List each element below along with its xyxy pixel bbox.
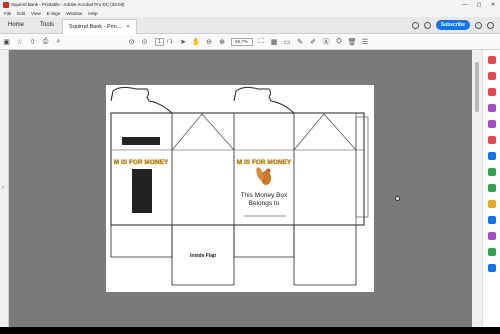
close-tab-icon[interactable]: ×	[126, 20, 129, 34]
bottom-flap-right	[293, 225, 357, 286]
expand-left-panel-icon[interactable]: ›	[2, 185, 4, 191]
right-tools-pane	[482, 50, 500, 327]
bottom-flap-mid	[233, 225, 295, 258]
window-controls: — ▢ ✕	[458, 2, 500, 8]
menu-file[interactable]: File	[4, 11, 11, 16]
pdf-page[interactable]: M IS FOR MONEY M IS FOR MONEY This Money…	[106, 85, 374, 292]
bottom-flap-left	[110, 225, 173, 258]
left-panel: ›	[0, 50, 9, 327]
left-top-tab	[110, 86, 173, 114]
coin-slot	[122, 137, 160, 145]
mouse-cursor	[395, 196, 400, 201]
help-icon[interactable]	[411, 21, 419, 29]
tab-document[interactable]: Squirrel Bank - Prin... ×	[62, 18, 137, 34]
comment-tool-icon[interactable]	[488, 136, 496, 144]
document-tab-label: Squirrel Bank - Prin...	[69, 23, 122, 30]
menu-esign[interactable]: E-Sign	[47, 11, 61, 16]
export-excel-icon[interactable]	[488, 168, 496, 176]
apps-icon[interactable]	[475, 21, 482, 29]
side-flap	[355, 116, 369, 218]
prev-page-icon[interactable]: ⊙	[125, 34, 138, 50]
fill-sign-icon[interactable]	[488, 200, 496, 208]
hand-tool-icon[interactable]: ✋	[190, 34, 203, 50]
acrobat-app-icon	[3, 1, 9, 8]
tab-bar: Home Tools Squirrel Bank - Prin... × Sub…	[0, 17, 500, 34]
page-indicator: 1 / 1	[155, 37, 173, 46]
right-top-tab	[233, 86, 295, 114]
window-title: Squirrel Bank - Printable - Adobe Acroba…	[11, 2, 125, 7]
inside-flap-label: Inside Flap	[190, 253, 216, 259]
delete-icon[interactable]: 🗑	[346, 34, 359, 50]
draw-icon[interactable]: ✐	[307, 34, 320, 50]
create-pdf-icon[interactable]	[488, 72, 496, 80]
scroll-mode-icon[interactable]: ▦	[268, 34, 281, 50]
menu-edit[interactable]: Edit	[17, 11, 25, 16]
fit-page-icon[interactable]: ⛶	[255, 34, 268, 50]
money-box-line1: This Money Box	[241, 192, 288, 199]
more-tools-icon[interactable]: ☰	[359, 34, 372, 50]
redact-icon[interactable]	[488, 248, 496, 256]
upload-icon[interactable]: ⇧	[26, 34, 39, 50]
next-page-icon[interactable]: ⊙	[138, 34, 151, 50]
vertical-scrollbar[interactable]	[472, 50, 482, 327]
page-number-input[interactable]: 1	[155, 37, 164, 46]
bottom-bar	[0, 327, 500, 334]
money-box-line2: Belongs to	[249, 200, 280, 207]
zoom-out-icon[interactable]: ⊖	[203, 34, 216, 50]
scan-ocr-icon[interactable]	[488, 152, 496, 160]
share-icon[interactable]	[487, 21, 494, 29]
print-icon[interactable]: ⎙	[39, 34, 52, 50]
protect-icon[interactable]	[488, 184, 496, 192]
stamp-icon[interactable]: ⛭	[333, 34, 346, 50]
banner-right: M IS FOR MONEY	[237, 159, 292, 166]
header-actions: Subscribe	[411, 20, 500, 30]
organize-pages-icon[interactable]	[488, 120, 496, 128]
more-tools-pane-icon[interactable]	[488, 264, 496, 272]
search-icon[interactable]: ⌕	[52, 34, 65, 50]
save-icon[interactable]: ▣	[0, 34, 13, 50]
subscribe-button[interactable]: Subscribe	[435, 20, 470, 30]
roof-triangle-2	[293, 113, 357, 151]
combine-files-icon[interactable]	[488, 104, 496, 112]
page-total: / 1	[167, 38, 173, 45]
acrobat-window: Squirrel Bank - Printable - Adobe Acroba…	[0, 0, 500, 334]
zoom-in-icon[interactable]: ⊕	[216, 34, 229, 50]
money-box-template: M IS FOR MONEY M IS FOR MONEY This Money…	[110, 86, 369, 286]
menu-help[interactable]: Help	[88, 11, 97, 16]
menu-view[interactable]: View	[31, 11, 41, 16]
bookmark-star-icon[interactable]: ☆	[13, 34, 26, 50]
edit-pdf-icon[interactable]	[488, 88, 496, 96]
comment-icon[interactable]: ▭	[281, 34, 294, 50]
toolbar: ▣ ☆ ⇧ ⎙ ⌕ ⊙ ⊙ 1 / 1 ➤ ✋ ⊖ ⊕ 66.7% ⛶ ▦ ▭ …	[0, 34, 500, 50]
close-window-button[interactable]: ✕	[486, 2, 500, 8]
maximize-button[interactable]: ▢	[472, 2, 486, 8]
tab-home[interactable]: Home	[0, 17, 32, 34]
request-esign-icon[interactable]	[488, 216, 496, 224]
banner-left: M IS FOR MONEY	[114, 159, 169, 166]
compress-pdf-icon[interactable]	[488, 232, 496, 240]
squirrel-icon	[256, 167, 271, 185]
scrollbar-thumb[interactable]	[475, 62, 479, 112]
title-bar: Squirrel Bank - Printable - Adobe Acroba…	[0, 0, 500, 9]
zoom-level-dropdown[interactable]: 66.7%	[230, 37, 253, 46]
menu-window[interactable]: Window	[66, 11, 82, 16]
menu-bar: File Edit View E-Sign Window Help	[0, 9, 500, 17]
select-cursor-icon[interactable]: ➤	[177, 34, 190, 50]
highlight-pen-icon[interactable]: ✎	[294, 34, 307, 50]
export-pdf-icon[interactable]	[488, 56, 496, 64]
tab-tools[interactable]: Tools	[32, 17, 62, 34]
bell-icon[interactable]	[423, 21, 431, 29]
roof-triangle-1	[171, 113, 235, 151]
dark-panel	[132, 169, 152, 213]
text-box-icon[interactable]: Ⓐ	[320, 34, 333, 50]
minimize-button[interactable]: —	[458, 2, 472, 8]
